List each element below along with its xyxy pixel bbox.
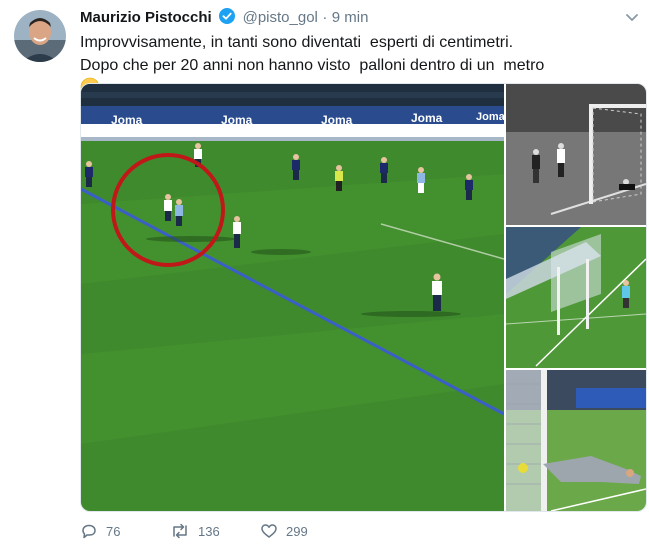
reply-button[interactable]: 76 [80,522,120,540]
tweet-timestamp[interactable]: 9 min [332,9,369,26]
ad-board-label: Joma [321,113,353,127]
avatar-image [14,10,66,62]
thumbnail-goal-line-graphic [505,227,646,368]
verified-badge-icon [219,8,236,24]
like-button[interactable]: 299 [260,522,308,540]
separator-dot: · [322,9,328,26]
tweet-header: Maurizio Pistocchi @pisto_gol · 9 min [80,8,368,28]
ad-board-label: Joma [411,111,443,125]
tweet-text-content: Improvvisamente, in tanti sono diventati… [80,34,545,74]
main-pitch-photo: Joma Joma Joma Joma Joma [81,84,506,511]
ad-board-label: Joma [111,113,143,127]
reply-icon [82,524,96,539]
media-collage[interactable]: Joma Joma Joma Joma Joma [80,83,647,512]
avatar[interactable] [14,10,66,62]
media-images: Joma Joma Joma Joma Joma [81,84,646,511]
like-count: 299 [286,523,308,539]
thumbnail-goal-line-photo [506,84,646,225]
author-handle[interactable]: @pisto_gol [243,9,318,26]
chevron-down-icon[interactable] [625,10,639,24]
ad-board-label: Joma [221,113,253,127]
retweet-icon [173,523,187,539]
heart-icon [261,524,277,538]
retweet-count: 136 [198,523,220,539]
reply-count: 76 [106,523,121,539]
author-name[interactable]: Maurizio Pistocchi [80,9,212,26]
thumbnail-goalkeeper-save [506,370,646,511]
ad-board-label: Joma [476,111,506,123]
retweet-button[interactable]: 136 [170,522,220,540]
